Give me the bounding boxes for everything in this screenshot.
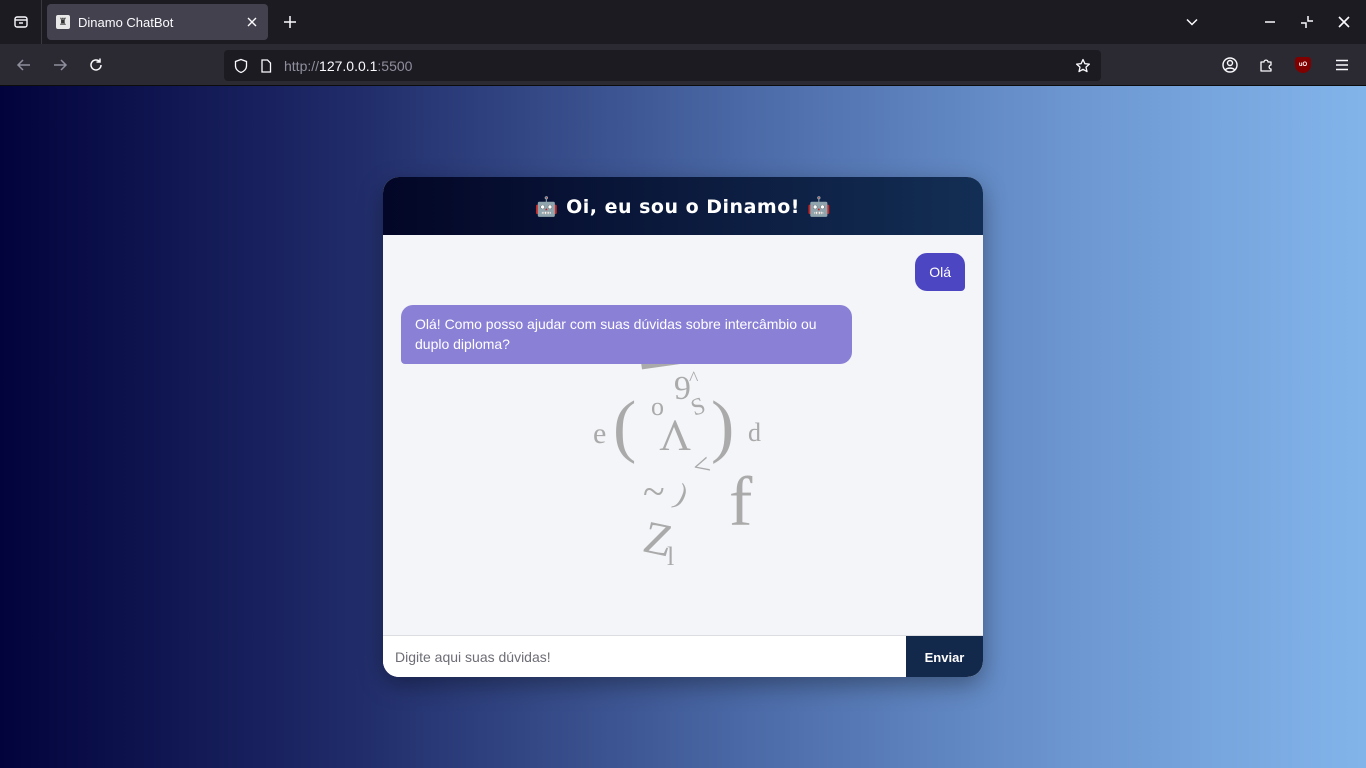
svg-text:f: f [729,464,753,541]
svg-text:e: e [593,417,606,450]
url-scheme: http:// [284,57,320,74]
close-window-button[interactable] [1330,8,1358,36]
send-button[interactable]: Enviar [906,636,983,677]
url-port: :5500 [377,57,413,74]
minimize-window-button[interactable] [1256,8,1284,36]
list-all-tabs-button[interactable] [1178,8,1206,36]
document-icon [261,58,272,73]
close-icon [1338,16,1350,28]
arrow-right-icon [54,59,68,71]
chat-window: 🤖 Oi, eu sou o Dinamo! 🤖 6 ^ ( ) e d V o… [383,177,983,677]
typographic-mascot-watermark-icon: 6 ^ ( ) e d V o S ~ < f Z ) l [593,355,761,571]
new-tab-button[interactable] [278,10,302,34]
browser-tabbar: ♜ Dinamo ChatBot [0,0,1366,44]
tab-close-button[interactable] [240,10,264,34]
forward-button[interactable] [46,51,74,79]
svg-text:): ) [711,388,734,465]
tab-title: Dinamo ChatBot [78,14,174,30]
svg-text:(: ( [613,388,636,465]
chat-title: 🤖 Oi, eu sou o Dinamo! 🤖 [534,195,832,218]
tab-overview-button[interactable] [0,0,42,44]
url-text[interactable]: http://127.0.0.1:5500 [284,58,1069,74]
chat-messages-area[interactable]: 6 ^ ( ) e d V o S ~ < f Z ) l Olá Olá! C… [383,235,983,635]
ublock-extension-button[interactable]: uO [1289,51,1317,79]
svg-text:d: d [748,418,761,447]
puzzle-icon [1260,59,1272,72]
chevron-down-icon [1186,18,1198,26]
page-background: 🤖 Oi, eu sou o Dinamo! 🤖 6 ^ ( ) e d V o… [0,86,1366,768]
browser-navbar: http://127.0.0.1:5500 uO [0,44,1366,86]
extensions-button[interactable] [1252,51,1280,79]
message-input[interactable] [383,636,906,677]
user-message-bubble: Olá [915,253,965,291]
back-button[interactable] [10,51,38,79]
svg-text:): ) [670,478,693,512]
svg-text:o: o [651,392,664,421]
arrow-left-icon [16,59,30,71]
svg-text:~: ~ [643,469,665,514]
chat-header: 🤖 Oi, eu sou o Dinamo! 🤖 [383,177,983,235]
plus-icon [284,16,296,28]
account-button[interactable] [1216,51,1244,79]
url-host: 127.0.0.1 [319,57,378,74]
app-menu-button[interactable] [1328,51,1356,79]
restore-window-button[interactable] [1293,8,1321,36]
star-icon [1075,58,1091,72]
minimize-icon [1265,21,1275,23]
restore-icon [1301,16,1313,28]
close-icon [247,17,257,27]
page-favicon-icon: ♜ [56,15,70,29]
browser-tab-active[interactable]: ♜ Dinamo ChatBot [47,4,268,40]
page-info-icon[interactable] [258,58,274,74]
svg-text:l: l [667,542,674,571]
tracking-protection-icon[interactable] [232,57,250,75]
address-bar[interactable]: http://127.0.0.1:5500 [224,50,1101,81]
bookmark-star-button[interactable] [1069,52,1097,80]
bot-message-bubble: Olá! Como posso ajudar com suas dúvidas … [401,305,852,364]
chat-input-row: Enviar [383,635,983,677]
tab-list-icon [13,16,28,28]
reload-button[interactable] [82,51,110,79]
svg-text:^: ^ [689,368,699,390]
ublock-icon: uO [1295,57,1311,73]
hamburger-menu-icon [1336,59,1348,71]
shield-icon [234,58,248,73]
reload-icon [90,58,102,71]
account-icon [1222,57,1238,73]
